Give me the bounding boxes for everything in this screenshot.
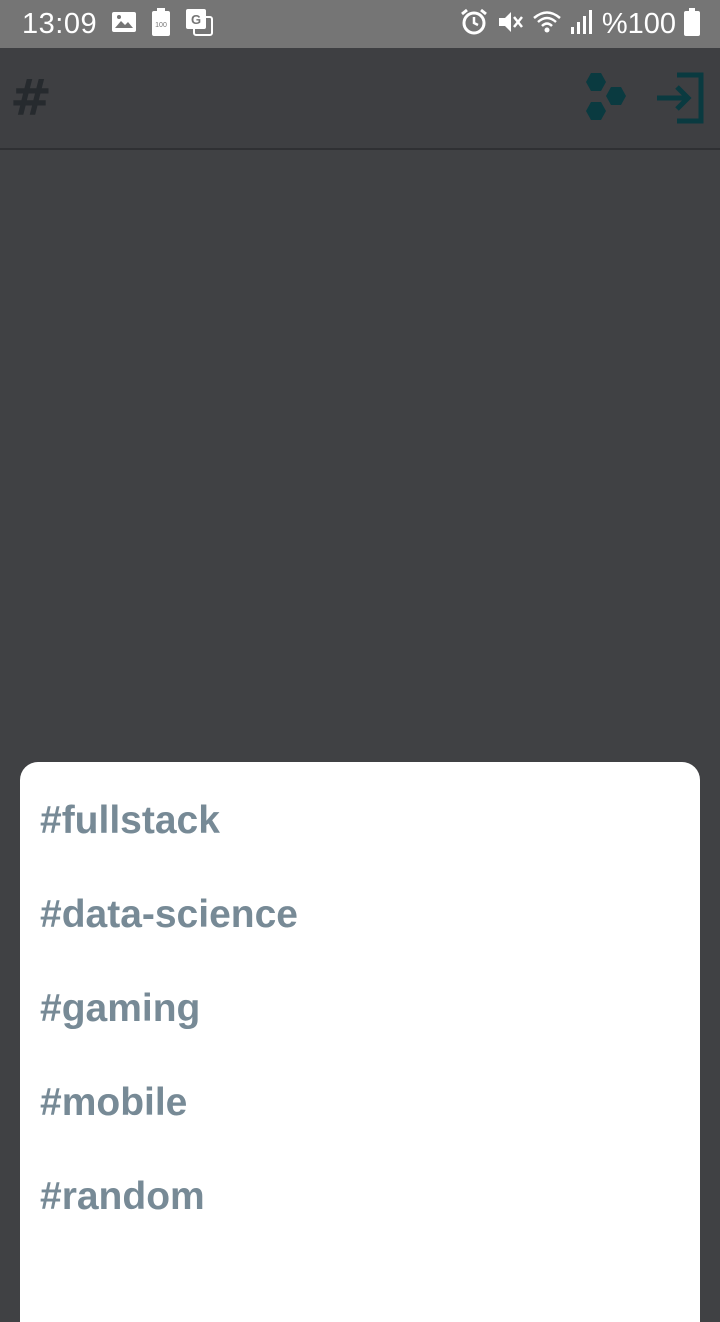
battery-percent: %100 — [601, 7, 676, 40]
hive-button[interactable] — [574, 72, 630, 128]
channel-item-data-science[interactable]: #data-science — [20, 868, 700, 962]
image-icon — [111, 11, 137, 38]
channel-item-fullstack[interactable]: #fullstack — [20, 774, 700, 868]
login-button[interactable] — [652, 72, 708, 128]
system-icons: %100 — [460, 7, 700, 41]
status-bar: 13:09 100 G %100 — [0, 0, 720, 48]
channel-item-random[interactable]: #random — [20, 1150, 700, 1244]
channel-list-sheet: #fullstack #data-science #gaming #mobile… — [20, 762, 700, 1322]
signal-icon — [570, 9, 594, 40]
notification-icons: 100 G — [111, 7, 214, 41]
app-toolbar: # — [0, 48, 720, 150]
hive-icon — [575, 71, 629, 130]
svg-text:100: 100 — [155, 22, 167, 29]
battery-saver-icon: 100 — [151, 7, 171, 41]
toolbar-title: # — [10, 69, 52, 127]
alarm-icon — [460, 8, 488, 41]
status-time: 13:09 — [22, 7, 98, 40]
translate-icon: G — [185, 8, 214, 41]
battery-icon — [684, 7, 700, 41]
login-icon — [653, 71, 707, 130]
channel-item-gaming[interactable]: #gaming — [20, 962, 700, 1056]
channel-item-mobile[interactable]: #mobile — [20, 1056, 700, 1150]
svg-text:G: G — [191, 12, 201, 27]
wifi-icon — [532, 9, 562, 40]
mute-icon — [496, 8, 524, 41]
